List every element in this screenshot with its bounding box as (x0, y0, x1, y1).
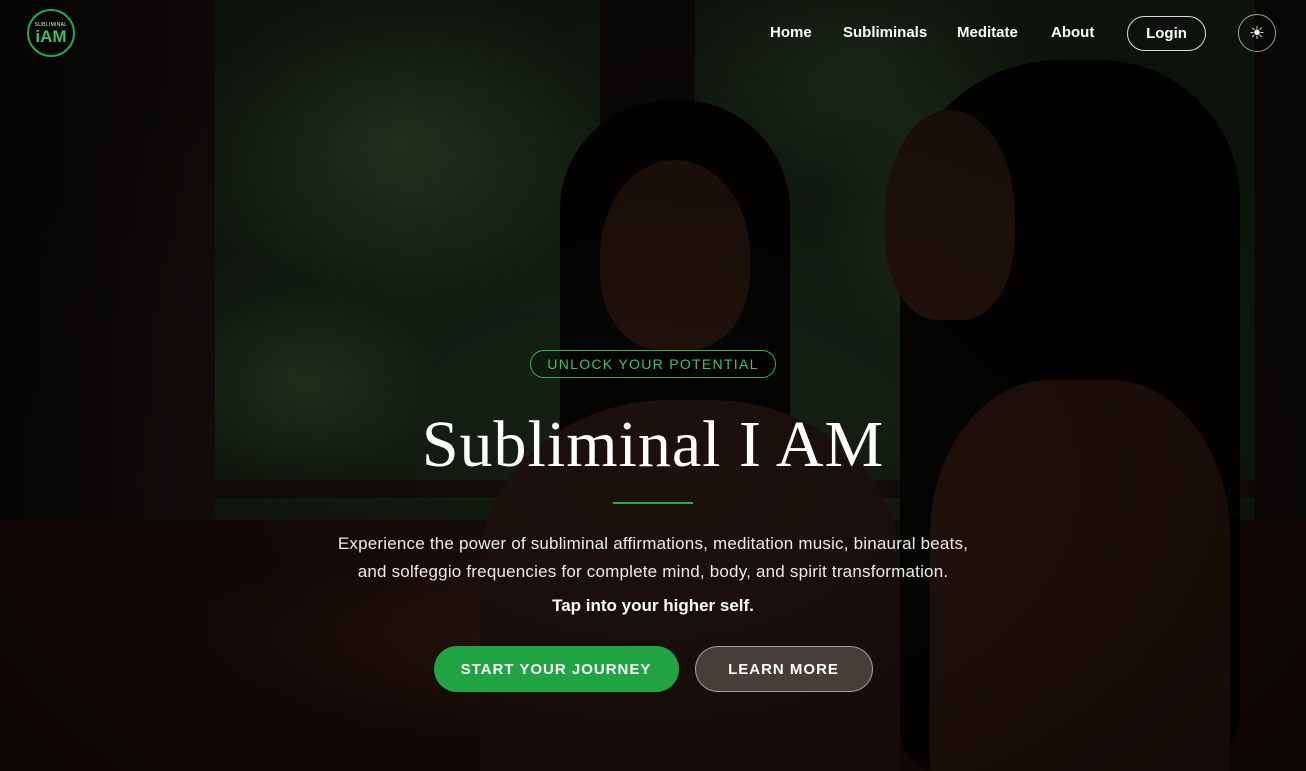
brand-logo[interactable]: SUBLIMINAL iAM (27, 9, 75, 57)
hero-description-line-1: Experience the power of subliminal affir… (337, 534, 969, 553)
learn-more-button[interactable]: LEARN MORE (694, 646, 873, 692)
hero-tagline: Tap into your higher self. (552, 596, 754, 615)
hero-title: Subliminal I AM (421, 408, 885, 481)
nav-link-home[interactable]: Home (770, 24, 812, 41)
hero-badge: UNLOCK YOUR POTENTIAL (530, 350, 776, 378)
nav-link-subliminals[interactable]: Subliminals (843, 24, 927, 41)
nav-link-about[interactable]: About (1051, 24, 1094, 41)
title-divider (613, 502, 693, 504)
hero-buttons: START YOUR JOURNEY LEARN MORE (0, 646, 1306, 692)
theme-toggle-button[interactable]: ☀ (1238, 14, 1276, 52)
top-navigation: SUBLIMINAL iAM Home Subliminals Meditate… (0, 0, 1306, 68)
hero-section: UNLOCK YOUR POTENTIAL Subliminal I AM Ex… (0, 350, 1306, 692)
hero-description-line-2: and solfeggio frequencies for complete m… (357, 562, 949, 581)
logo-big-text: iAM (35, 26, 67, 46)
nav-link-meditate[interactable]: Meditate (957, 24, 1018, 41)
start-journey-button[interactable]: START YOUR JOURNEY (433, 646, 679, 692)
sun-icon: ☀ (1248, 22, 1266, 43)
login-button[interactable]: Login (1127, 16, 1206, 51)
hero-description: Experience the power of subliminal affir… (0, 530, 1306, 586)
